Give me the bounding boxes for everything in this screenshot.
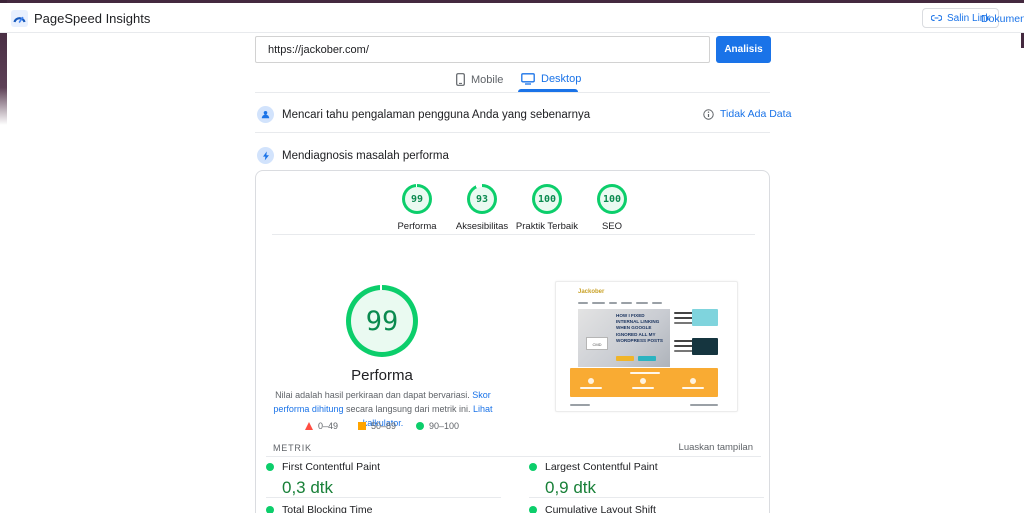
- pass-dot-icon: [266, 506, 274, 513]
- mobile-phone-icon: [456, 73, 465, 86]
- url-input[interactable]: [255, 36, 710, 63]
- gauge-score: 100: [602, 193, 622, 205]
- desktop-monitor-icon: [521, 73, 535, 85]
- legend-range: 90–100: [429, 421, 460, 431]
- thumb-feature-icon: [588, 378, 594, 384]
- metrics-divider: [266, 456, 761, 457]
- legend-range: 0–49: [317, 421, 338, 431]
- caption-text: Nilai adalah hasil perkiraan dan dapat b…: [275, 390, 473, 400]
- legend-average: 50–89: [357, 421, 396, 431]
- lab-data-title: Mendiagnosis masalah performa: [282, 149, 449, 162]
- tab-mobile-label: Mobile: [471, 73, 504, 86]
- gauge-ring-performa: 99: [402, 184, 432, 214]
- performance-title: Performa: [351, 367, 413, 384]
- analyze-button[interactable]: Analisis: [716, 36, 771, 63]
- metric-row-divider: [529, 497, 764, 498]
- gauge-ring-seo: 100: [597, 184, 627, 214]
- score-legend: 0–49 50–89 90–100: [282, 421, 482, 431]
- metric-row-divider: [266, 497, 501, 498]
- tab-desktop-label: Desktop: [541, 73, 582, 85]
- legend-pass: 90–100: [416, 421, 459, 431]
- metric-name: Largest Contentful Paint: [545, 461, 658, 473]
- metric-cls: Cumulative Layout Shift: [529, 504, 764, 513]
- thumb-card-image-teal: [692, 309, 718, 326]
- tabs-divider: [255, 92, 770, 93]
- no-data-link[interactable]: Tidak Ada Data: [720, 108, 791, 120]
- legend-fail: 0–49: [304, 421, 338, 431]
- performance-score-gauge: 99: [346, 285, 418, 357]
- thumb-nav-bar: [609, 302, 617, 304]
- thumb-feature-icon: [690, 378, 696, 384]
- field-data-section-header: Mencari tahu pengalaman pengguna Anda ya…: [257, 106, 590, 123]
- metric-name: Cumulative Layout Shift: [545, 504, 656, 513]
- pagespeed-logo-icon: [11, 10, 28, 27]
- thumb-nav-bar: [578, 302, 588, 304]
- thumb-nav-bar: [592, 302, 605, 304]
- pass-dot-icon: [266, 463, 274, 471]
- metrics-section-label: METRIK: [273, 443, 312, 453]
- report-card: 99 Performa 93 Aksesibilitas 100 Praktik…: [255, 170, 770, 513]
- real-users-icon: [257, 106, 274, 123]
- diagnose-bolt-icon: [257, 147, 274, 164]
- gauges-divider: [272, 234, 755, 235]
- thumb-headline: How I Fixed Internal Linking When Google…: [616, 313, 663, 343]
- thumb-button-yellow: [616, 356, 634, 361]
- link-icon: [931, 14, 942, 22]
- gauge-ring-praktik-terbaik: 100: [532, 184, 562, 214]
- expand-view-link[interactable]: Luaskan tampilan: [679, 442, 753, 453]
- pass-dot-icon: [529, 506, 537, 513]
- legend-range: 50–89: [370, 421, 396, 431]
- caption-text: secara langsung dari metrik ini.: [343, 403, 474, 414]
- thumb-feature-text: [682, 387, 704, 389]
- thumb-card-text: [674, 317, 694, 319]
- gauge-score: 99: [410, 193, 424, 205]
- performance-score: 99: [365, 305, 399, 337]
- thumb-button-teal: [638, 356, 656, 361]
- metric-name: Total Blocking Time: [282, 504, 373, 513]
- page-title: PageSpeed Insights: [34, 11, 151, 26]
- fail-triangle-icon: [304, 422, 313, 430]
- gauge-ring-aksesibilitas: 93: [467, 184, 497, 214]
- thumb-feature-text: [632, 387, 654, 389]
- thumb-card-image-dark: [692, 338, 718, 355]
- field-data-title: Mencari tahu pengalaman pengguna Anda ya…: [282, 108, 591, 121]
- thumb-nav-bar: [621, 302, 632, 304]
- pass-circle-icon: [416, 422, 424, 430]
- lab-data-section-header: Mendiagnosis masalah performa: [257, 147, 449, 164]
- thumb-footer-text: [690, 404, 718, 406]
- docs-link[interactable]: Dokumen: [981, 13, 1024, 25]
- pagespeed-insights-page: PageSpeed Insights Salin Link Dokumen An…: [0, 0, 1024, 513]
- gauge-label: SEO: [601, 221, 623, 232]
- tab-mobile[interactable]: Mobile: [456, 73, 503, 86]
- thumb-nav-bar: [652, 302, 662, 304]
- metric-tbt: Total Blocking Time: [266, 504, 501, 513]
- site-screenshot-thumbnail: Jackober CMD How I Fixed Internal Linkin…: [555, 281, 738, 412]
- pass-dot-icon: [529, 463, 537, 471]
- tab-desktop[interactable]: Desktop: [521, 73, 581, 85]
- metric-lcp: Largest Contentful Paint 0,9 dtk: [529, 461, 764, 498]
- active-tab-underline: [518, 89, 578, 92]
- gauge-score: 100: [537, 193, 557, 205]
- metric-name: First Contentful Paint: [282, 461, 381, 473]
- section-divider: [255, 132, 770, 133]
- average-square-icon: [357, 422, 366, 430]
- app-header: PageSpeed Insights Salin Link Dokumen: [0, 3, 1024, 33]
- info-icon: [703, 108, 714, 120]
- metric-value: 0,3 dtk: [282, 478, 334, 497]
- metric-fcp: First Contentful Paint 0,3 dtk: [266, 461, 501, 498]
- thumb-nav-bar: [636, 302, 648, 304]
- thumb-feature-icon: [640, 378, 646, 384]
- gauge-score: 93: [475, 193, 489, 205]
- thumb-cmd-box: CMD: [586, 337, 608, 350]
- field-data-status: Tidak Ada Data: [703, 108, 791, 120]
- thumb-feature-text: [580, 387, 602, 389]
- thumb-footer-text: [570, 404, 590, 406]
- gauge-seo[interactable]: 100 SEO: [567, 184, 657, 232]
- thumb-site-logo: Jackober: [578, 289, 605, 295]
- thumb-banner-title: [630, 372, 660, 374]
- metric-value: 0,9 dtk: [545, 478, 597, 497]
- thumb-card-text: [674, 345, 694, 347]
